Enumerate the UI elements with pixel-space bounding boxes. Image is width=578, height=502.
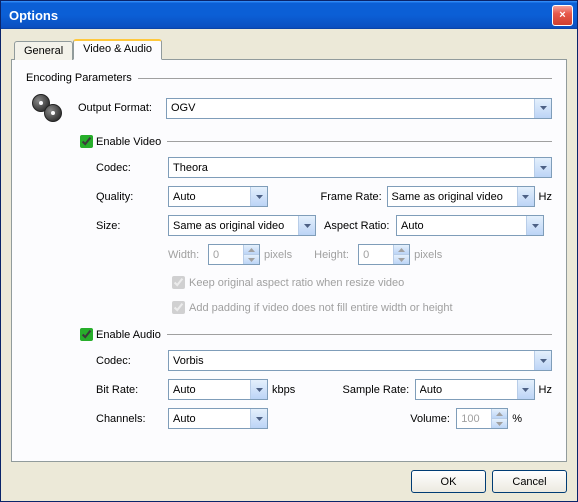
sample-rate-label: Sample Rate: xyxy=(335,384,415,396)
volume-label: Volume: xyxy=(402,413,456,425)
encoding-parameters-label: Encoding Parameters xyxy=(26,72,132,84)
width-spinner: 0 xyxy=(208,244,260,265)
tab-strip: General Video & Audio xyxy=(14,39,567,60)
chevron-down-icon xyxy=(491,418,507,428)
tab-general[interactable]: General xyxy=(14,41,73,60)
encoding-parameters-group: Encoding Parameters xyxy=(26,72,552,84)
chevron-down-icon xyxy=(534,99,551,118)
enable-video-label: Enable Video xyxy=(96,136,161,148)
enable-audio-checkbox[interactable] xyxy=(80,328,93,341)
video-codec-label: Codec: xyxy=(96,162,168,174)
frame-rate-label: Frame Rate: xyxy=(313,191,387,203)
chevron-down-icon xyxy=(250,380,267,399)
chevron-down-icon xyxy=(243,254,259,264)
chevron-up-icon xyxy=(393,245,409,254)
close-icon: × xyxy=(559,9,565,21)
quality-combo[interactable]: Auto xyxy=(168,186,268,207)
bit-rate-label: Bit Rate: xyxy=(96,384,168,396)
video-codec-combo[interactable]: Theora xyxy=(168,157,552,178)
chevron-down-icon xyxy=(517,187,534,206)
pixels-label: pixels xyxy=(414,249,442,261)
sample-rate-combo[interactable]: Auto xyxy=(415,379,535,400)
width-label: Width: xyxy=(168,249,208,261)
dialog-footer: OK Cancel xyxy=(11,462,567,493)
keep-aspect-checkbox xyxy=(172,276,185,289)
add-padding-label: Add padding if video does not fill entir… xyxy=(189,302,453,314)
chevron-down-icon xyxy=(517,380,534,399)
ok-button[interactable]: OK xyxy=(411,470,486,493)
client-area: General Video & Audio Encoding Parameter… xyxy=(1,29,577,501)
height-label: Height: xyxy=(314,249,358,261)
aspect-ratio-label: Aspect Ratio: xyxy=(316,220,396,232)
output-format-label: Output Format: xyxy=(78,102,166,114)
audio-codec-label: Codec: xyxy=(96,355,168,367)
titlebar: Options × xyxy=(1,1,577,29)
aspect-ratio-combo[interactable]: Auto xyxy=(396,215,544,236)
keep-aspect-label: Keep original aspect ratio when resize v… xyxy=(189,277,404,289)
enable-video-checkbox[interactable] xyxy=(80,135,93,148)
chevron-down-icon xyxy=(534,158,551,177)
bit-rate-combo[interactable]: Auto xyxy=(168,379,268,400)
enable-audio-group: Enable Audio xyxy=(76,325,552,344)
quality-label: Quality: xyxy=(96,191,168,203)
pixels-label: pixels xyxy=(264,249,292,261)
hz-label: Hz xyxy=(539,384,552,396)
chevron-down-icon xyxy=(250,187,267,206)
enable-audio-label: Enable Audio xyxy=(96,329,161,341)
output-format-row: Output Format: OGV xyxy=(26,92,552,124)
channels-combo[interactable]: Auto xyxy=(168,408,268,429)
chevron-down-icon xyxy=(534,351,551,370)
percent-label: % xyxy=(512,413,522,425)
output-format-combo[interactable]: OGV xyxy=(166,98,552,119)
height-spinner: 0 xyxy=(358,244,410,265)
close-button[interactable]: × xyxy=(552,5,573,26)
kbps-label: kbps xyxy=(272,384,295,396)
hz-label: Hz xyxy=(539,191,552,203)
size-label: Size: xyxy=(96,220,168,232)
chevron-down-icon xyxy=(250,409,267,428)
tab-page-video-audio: Encoding Parameters Output Format: OGV E… xyxy=(11,59,567,462)
frame-rate-combo[interactable]: Same as original video xyxy=(387,186,535,207)
enable-video-group: Enable Video xyxy=(76,132,552,151)
chevron-down-icon xyxy=(393,254,409,264)
chevron-down-icon xyxy=(526,216,543,235)
audio-codec-combo[interactable]: Vorbis xyxy=(168,350,552,371)
tab-video-audio[interactable]: Video & Audio xyxy=(73,39,162,60)
chevron-up-icon xyxy=(243,245,259,254)
cancel-button[interactable]: Cancel xyxy=(492,470,567,493)
add-padding-checkbox xyxy=(172,301,185,314)
window-title: Options xyxy=(9,8,552,23)
volume-spinner: 100 xyxy=(456,408,508,429)
channels-label: Channels: xyxy=(96,413,168,425)
chevron-up-icon xyxy=(491,409,507,418)
chevron-down-icon xyxy=(298,216,315,235)
size-combo[interactable]: Same as original video xyxy=(168,215,316,236)
film-reel-icon xyxy=(32,92,64,124)
